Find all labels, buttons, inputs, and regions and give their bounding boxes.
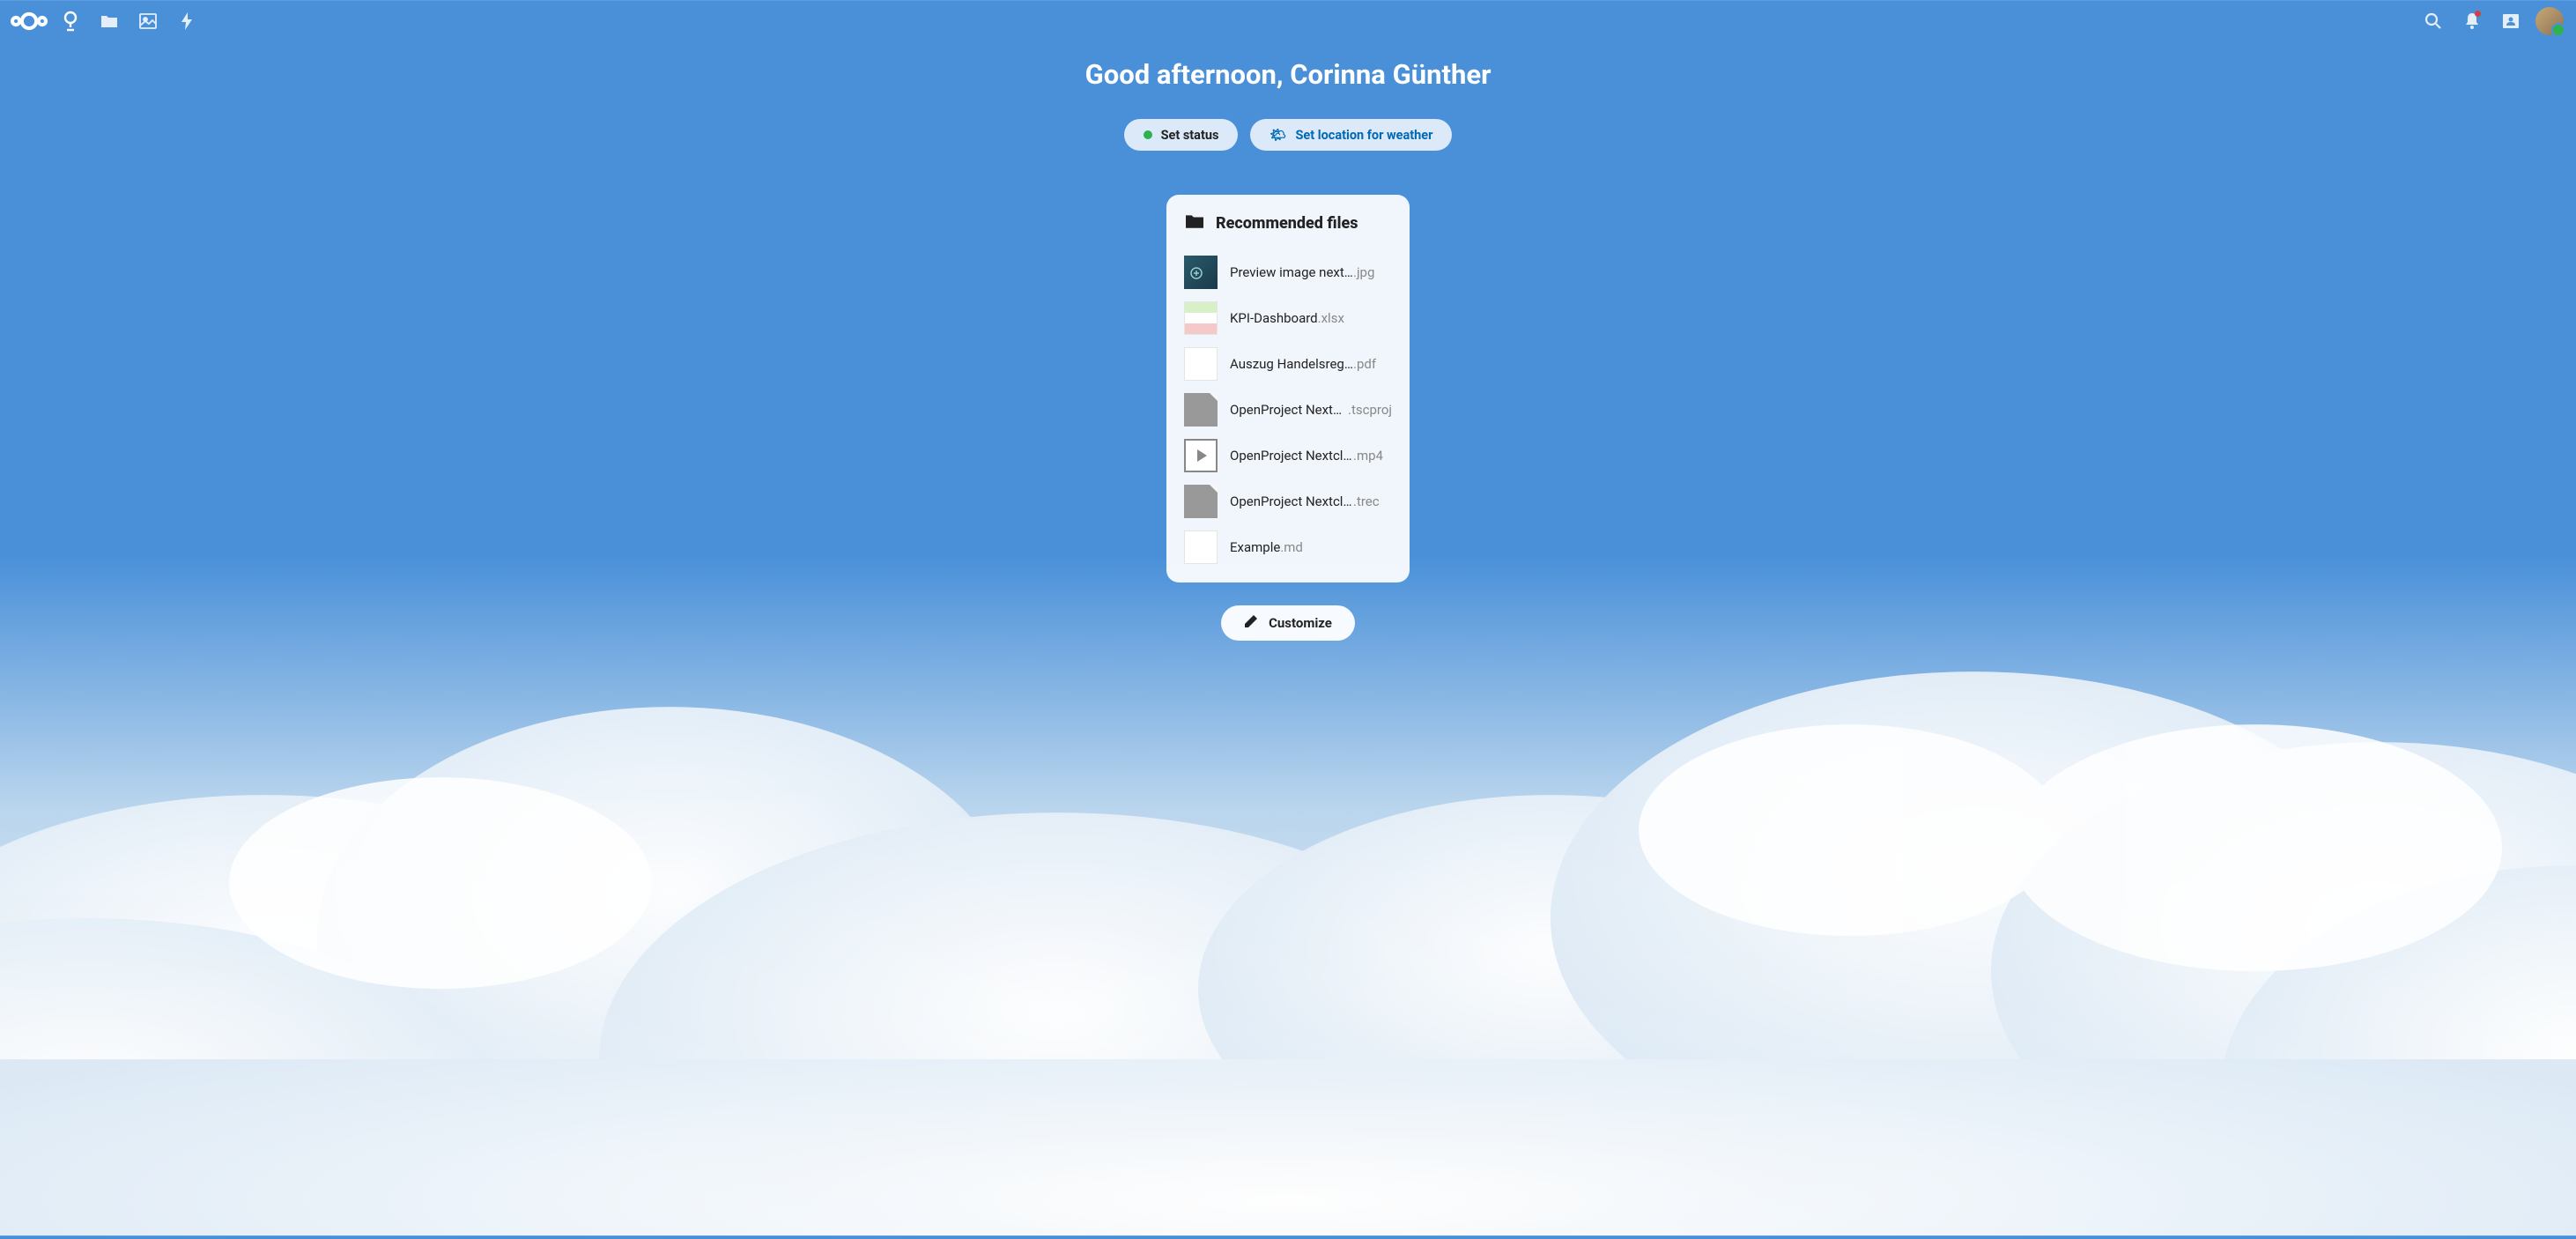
nextcloud-logo[interactable]: [7, 2, 51, 41]
file-thumbnail: [1184, 393, 1218, 427]
file-extension: .pdf: [1353, 356, 1376, 372]
notification-badge: [2475, 11, 2481, 17]
file-name: Preview image nextclo…: [1230, 264, 1353, 280]
file-row[interactable]: OpenProject Nextclou… .tscproj: [1184, 387, 1392, 433]
file-row[interactable]: OpenProject Nextclou… .mp4: [1184, 433, 1392, 479]
dashboard-main: Good afternoon, Corinna Günther Set stat…: [0, 42, 2576, 641]
file-label: OpenProject Nextclou… .tscproj: [1230, 402, 1392, 418]
file-row[interactable]: KPI-Dashboard.xlsx: [1184, 295, 1392, 341]
file-extension: .jpg: [1353, 264, 1374, 280]
background-clouds: [0, 556, 2576, 1235]
recommended-files-card: Recommended files Preview image nextclo……: [1166, 195, 1410, 582]
file-name: OpenProject Nextclou…: [1230, 493, 1353, 509]
status-pill-row: Set status 🌤 Set location for weather: [1124, 119, 1453, 151]
file-name: Auszug Handelsregiste…: [1230, 356, 1353, 372]
notifications-icon[interactable]: [2453, 2, 2491, 41]
user-avatar[interactable]: [2535, 7, 2564, 35]
folder-icon: [1184, 212, 1205, 234]
customize-label: Customize: [1269, 615, 1332, 631]
file-thumbnail: [1184, 256, 1218, 289]
set-status-button[interactable]: Set status: [1124, 119, 1239, 151]
file-extension: .xlsx: [1318, 310, 1344, 326]
file-name: OpenProject Nextclou…: [1230, 402, 1348, 418]
file-row[interactable]: Example.md: [1184, 524, 1392, 570]
online-status-dot: [1144, 130, 1152, 139]
file-name: KPI-Dashboard: [1230, 310, 1318, 326]
file-thumbnail: [1184, 347, 1218, 381]
nav-photos[interactable]: [129, 2, 167, 41]
file-label: Example.md: [1230, 539, 1392, 555]
file-label: Auszug Handelsregiste….pdf: [1230, 356, 1392, 372]
weather-icon: 🌤: [1269, 127, 1286, 143]
file-extension: .tscproj: [1348, 402, 1392, 418]
nav-activity[interactable]: [167, 2, 206, 41]
file-thumbnail: [1184, 485, 1218, 518]
file-label: Preview image nextclo… .jpg: [1230, 264, 1392, 280]
nav-dashboard[interactable]: [51, 2, 90, 41]
topbar: [0, 0, 2576, 42]
file-extension: .md: [1280, 539, 1303, 555]
file-row[interactable]: Preview image nextclo… .jpg: [1184, 249, 1392, 295]
file-extension: .mp4: [1353, 448, 1383, 464]
file-list: Preview image nextclo… .jpg KPI-Dashboard…: [1184, 249, 1392, 570]
set-weather-button[interactable]: 🌤 Set location for weather: [1250, 119, 1452, 151]
file-name: Example: [1230, 539, 1280, 555]
card-header: Recommended files: [1184, 212, 1392, 234]
greeting-heading: Good afternoon, Corinna Günther: [1085, 58, 1492, 91]
file-label: KPI-Dashboard.xlsx: [1230, 310, 1392, 326]
file-row[interactable]: OpenProject Nextclou… .trec: [1184, 479, 1392, 524]
file-name: OpenProject Nextclou…: [1230, 448, 1353, 464]
set-weather-label: Set location for weather: [1295, 128, 1432, 143]
file-label: OpenProject Nextclou… .mp4: [1230, 448, 1392, 464]
contacts-icon[interactable]: [2491, 2, 2530, 41]
file-thumbnail: [1184, 301, 1218, 335]
file-row[interactable]: Auszug Handelsregiste….pdf: [1184, 341, 1392, 387]
search-icon[interactable]: [2414, 2, 2453, 41]
set-status-label: Set status: [1161, 128, 1219, 143]
card-title: Recommended files: [1216, 214, 1358, 233]
file-extension: .trec: [1353, 493, 1380, 509]
nav-files[interactable]: [90, 2, 129, 41]
pencil-icon: [1244, 614, 1258, 632]
file-thumbnail: [1184, 439, 1218, 472]
file-thumbnail: [1184, 530, 1218, 564]
file-label: OpenProject Nextclou… .trec: [1230, 493, 1392, 509]
customize-button[interactable]: Customize: [1221, 605, 1355, 641]
